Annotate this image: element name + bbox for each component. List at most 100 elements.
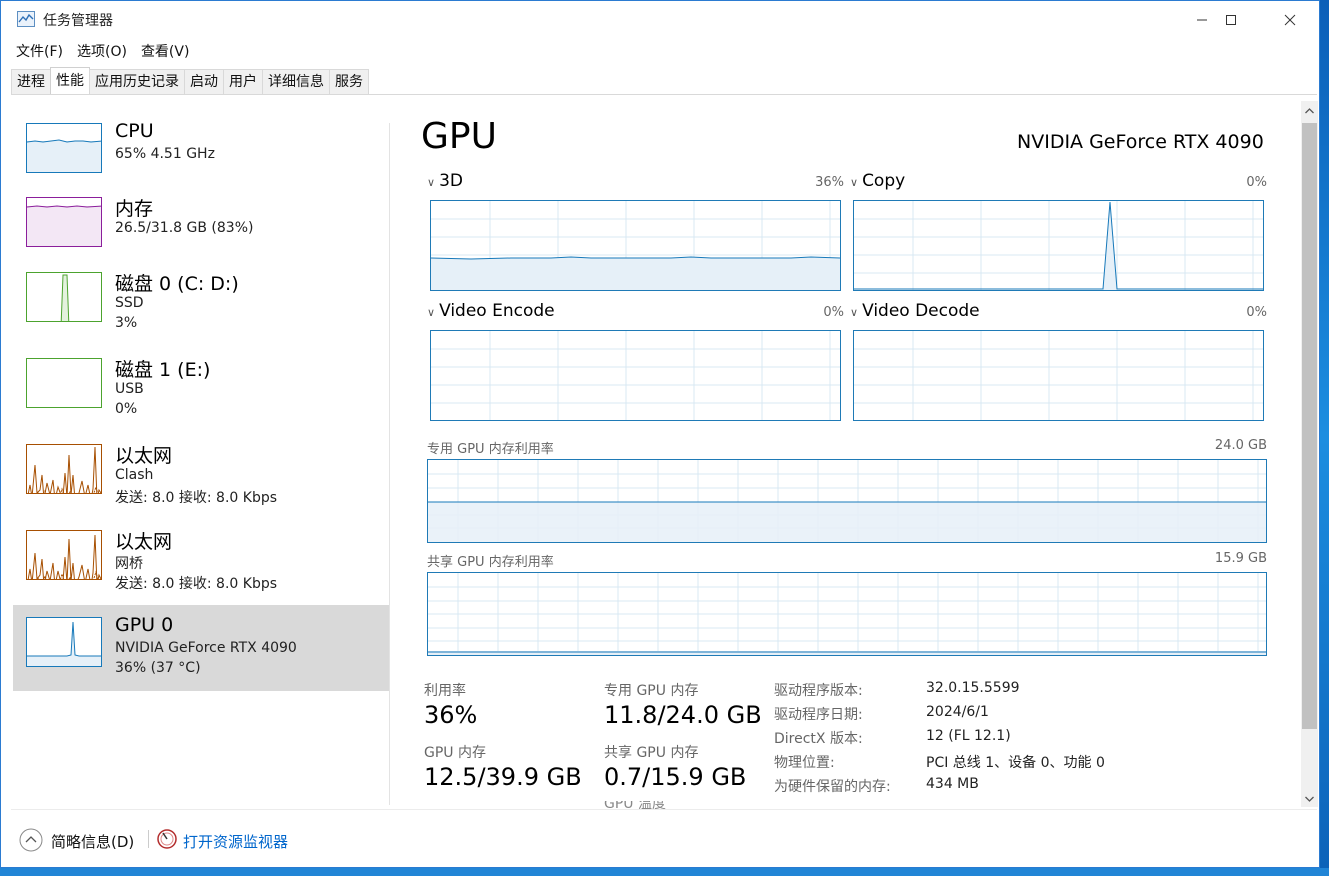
task-manager-icon — [17, 11, 35, 27]
ethernet-bridge-thumbnail — [26, 530, 102, 580]
engine-label: Video Encode — [439, 301, 555, 321]
sidebar-item-gpu-0[interactable]: GPU 0 NVIDIA GeForce RTX 4090 36% (37 °C… — [13, 605, 389, 691]
sidebar-item-title: 以太网 — [115, 531, 173, 553]
info-key: 物理位置: — [774, 755, 835, 771]
memory-thumbnail — [26, 197, 102, 247]
engine-percent: 0% — [1246, 175, 1267, 190]
engine-selector-copy[interactable]: ∨ Copy — [850, 171, 905, 191]
dedicated-memory-stat-value: 11.8/24.0 GB — [604, 701, 762, 729]
info-value: PCI 总线 1、设备 0、功能 0 — [926, 755, 1105, 771]
sidebar-item-disk-0[interactable]: 磁盘 0 (C: D:) SSD 3% — [13, 262, 389, 348]
shared-memory-label: 共享 GPU 内存利用率 — [427, 555, 554, 570]
engine-selector-video-decode[interactable]: ∨ Video Decode — [850, 301, 980, 321]
open-resource-monitor-link[interactable]: 打开资源监视器 — [183, 831, 288, 852]
sidebar-item-title: GPU 0 — [115, 614, 174, 636]
menu-file[interactable]: 文件(F) — [9, 41, 70, 63]
info-key: DirectX 版本: — [774, 731, 863, 747]
info-value: 434 MB — [926, 776, 979, 792]
sidebar-item-detail: 3% — [115, 315, 138, 331]
shared-memory-max: 15.9 GB — [1214, 551, 1267, 566]
chevron-up-circle-icon — [19, 828, 43, 852]
gpu-model-name: NVIDIA GeForce RTX 4090 — [1017, 131, 1264, 153]
info-value: 32.0.15.5599 — [926, 680, 1020, 696]
gpu-thumbnail — [26, 617, 102, 667]
sidebar-item-detail: Clash — [115, 467, 154, 483]
sidebar-item-detail: 0% — [115, 401, 138, 417]
menu-options[interactable]: 选项(O) — [70, 41, 134, 63]
tab-startup[interactable]: 启动 — [184, 69, 224, 94]
chevron-up-icon — [1305, 108, 1314, 114]
sidebar-item-memory[interactable]: 内存 26.5/31.8 GB (83%) — [13, 187, 389, 273]
scroll-up-button[interactable] — [1301, 102, 1318, 120]
cpu-thumbnail — [26, 123, 102, 173]
engine-selector-3d[interactable]: ∨ 3D — [427, 171, 463, 191]
sidebar-divider — [389, 123, 390, 805]
sidebar-item-detail: NVIDIA GeForce RTX 4090 — [115, 640, 297, 656]
ethernet-clash-thumbnail — [26, 444, 102, 494]
tab-strip: 进程 性能 应用历史记录 启动 用户 详细信息 服务 — [11, 67, 369, 95]
tab-processes[interactable]: 进程 — [11, 69, 51, 94]
sidebar-item-disk-1[interactable]: 磁盘 1 (E:) USB 0% — [13, 348, 389, 434]
sidebar-item-ethernet-clash[interactable]: 以太网 Clash 发送: 8.0 接收: 8.0 Kbps — [13, 434, 389, 520]
desktop-background — [1319, 0, 1329, 876]
scroll-down-button[interactable] — [1301, 790, 1318, 808]
sidebar-item-detail: 26.5/31.8 GB (83%) — [115, 220, 254, 236]
menu-bar: 文件(F) 选项(O) 查看(V) — [9, 41, 196, 63]
fewer-details-button[interactable] — [19, 828, 43, 852]
chevron-down-icon: ∨ — [427, 176, 436, 189]
graph-dedicated-memory — [427, 459, 1267, 543]
sidebar-item-ethernet-bridge[interactable]: 以太网 网桥 发送: 8.0 接收: 8.0 Kbps — [13, 520, 389, 606]
engine-percent: 0% — [1246, 305, 1267, 320]
sidebar-item-title: 磁盘 0 (C: D:) — [115, 273, 239, 295]
disk0-thumbnail — [26, 272, 102, 322]
resource-monitor-icon — [157, 829, 177, 849]
footer-separator — [148, 830, 149, 848]
gpu-temperature-label: GPU 温度 — [604, 801, 666, 809]
sidebar-item-detail: 发送: 8.0 接收: 8.0 Kbps — [115, 576, 278, 592]
graph-shared-memory — [427, 572, 1267, 656]
dedicated-memory-max: 24.0 GB — [1214, 438, 1267, 453]
dedicated-memory-label: 专用 GPU 内存利用率 — [427, 442, 554, 457]
maximize-button[interactable] — [1202, 1, 1260, 39]
menu-view[interactable]: 查看(V) — [134, 41, 197, 63]
info-value: 2024/6/1 — [926, 704, 989, 720]
utilization-value: 36% — [424, 701, 478, 729]
desktop-background — [0, 868, 1329, 876]
dedicated-memory-stat-label: 专用 GPU 内存 — [604, 683, 699, 699]
tab-details[interactable]: 详细信息 — [262, 69, 330, 94]
close-icon — [1284, 14, 1296, 26]
info-key: 驱动程序日期: — [774, 707, 863, 723]
chevron-down-icon: ∨ — [850, 176, 859, 189]
graph-copy — [853, 200, 1264, 291]
maximize-icon — [1226, 15, 1236, 25]
task-manager-window: 任务管理器 文件(F) 选项(O) 查看(V) 进程 性能 应用历史记录 启动 … — [0, 0, 1320, 868]
window-title: 任务管理器 — [43, 13, 113, 29]
tab-services[interactable]: 服务 — [329, 69, 369, 94]
tab-app-history[interactable]: 应用历史记录 — [89, 69, 185, 94]
footer-divider — [11, 809, 1317, 810]
sidebar-item-title: 磁盘 1 (E:) — [115, 359, 211, 381]
sidebar-item-title: 以太网 — [115, 445, 173, 467]
tab-users[interactable]: 用户 — [223, 69, 263, 94]
gpu-memory-label: GPU 内存 — [424, 745, 486, 761]
tab-performance[interactable]: 性能 — [50, 67, 90, 94]
info-value: 12 (FL 12.1) — [926, 728, 1011, 744]
chevron-down-icon — [1305, 796, 1314, 802]
chevron-down-icon: ∨ — [427, 306, 436, 319]
engine-label: 3D — [439, 171, 463, 191]
graph-3d — [430, 200, 841, 291]
engine-percent: 36% — [815, 175, 844, 190]
close-button[interactable] — [1261, 1, 1319, 39]
gpu-temperature-label-cutoff: GPU 温度 — [604, 801, 724, 809]
fewer-details-link[interactable]: 简略信息(D) — [51, 831, 134, 852]
engine-selector-video-encode[interactable]: ∨ Video Encode — [427, 301, 555, 321]
resource-sidebar: CPU 65% 4.51 GHz 内存 26.5/31.8 GB (83%) 磁… — [13, 113, 389, 803]
graph-video-decode — [853, 330, 1264, 421]
sidebar-item-detail: USB — [115, 381, 144, 397]
sidebar-item-detail: SSD — [115, 295, 144, 311]
graph-video-encode — [430, 330, 841, 421]
chevron-down-icon: ∨ — [850, 306, 859, 319]
info-key: 驱动程序版本: — [774, 683, 863, 699]
title-bar[interactable]: 任务管理器 — [1, 1, 1319, 39]
scrollbar-thumb[interactable] — [1302, 123, 1317, 729]
